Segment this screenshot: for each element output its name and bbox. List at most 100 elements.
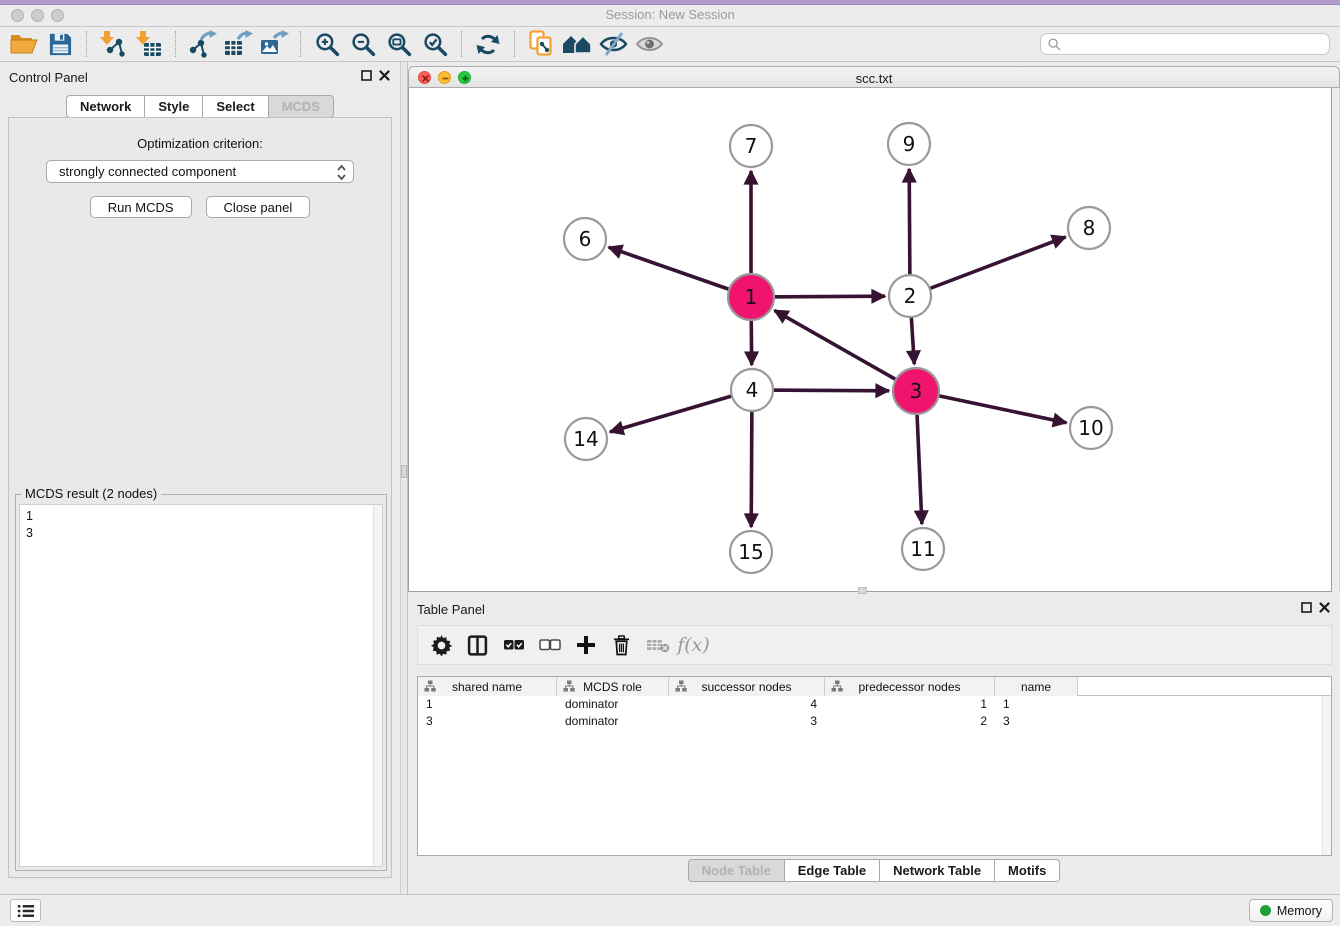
tab-node-table[interactable]: Node Table [688,859,785,882]
table-scrollbar[interactable] [1322,696,1331,855]
select-all-icon[interactable] [500,632,527,658]
node-label-1: 1 [745,285,758,309]
show-columns-icon[interactable] [464,632,491,658]
node-label-4: 4 [746,378,759,402]
titlebar-accent-strip [0,0,1340,5]
delete-column-icon[interactable] [644,632,671,658]
column-header-successor-nodes[interactable]: successor nodes [669,677,825,696]
zoom-fit-icon[interactable] [381,29,417,59]
sort-hierarchy-icon [675,680,687,692]
optimization-criterion-label: Optimization criterion: [9,136,391,151]
table-tabs: Node TableEdge TableNetwork TableMotifs [408,859,1340,882]
hide-selected-icon[interactable] [595,29,631,59]
criterion-select[interactable]: strongly connected component [46,160,354,183]
tab-network-table[interactable]: Network Table [879,859,995,882]
cell-predecessor-nodes[interactable]: 2 [825,713,995,730]
table-toolbar: f(x) [417,625,1332,665]
export-image-icon[interactable] [256,29,292,59]
edge-3-1[interactable] [775,310,917,391]
main-toolbar [0,27,1340,62]
edge-2-8[interactable] [910,237,1066,296]
zoom-in-icon[interactable] [309,29,345,59]
unselect-all-icon[interactable] [536,632,563,658]
cell-shared-name[interactable]: 3 [418,713,557,730]
cell-shared-name[interactable]: 1 [418,696,557,713]
table-settings-icon[interactable] [428,632,455,658]
search-field[interactable] [1040,33,1330,55]
save-session-icon[interactable] [42,29,78,59]
column-header-predecessor-nodes[interactable]: predecessor nodes [825,677,995,696]
import-network-icon[interactable] [95,29,131,59]
close-panel-icon[interactable] [379,70,390,81]
memory-status-icon [1260,905,1271,916]
import-table-icon[interactable] [131,29,167,59]
cell-name[interactable]: 1 [995,696,1078,713]
column-label: predecessor nodes [858,680,960,694]
mcds-result-group: MCDS result (2 nodes) 13 [15,494,387,871]
control-panel: Control Panel NetworkStyleSelectMCDS Opt… [0,62,400,894]
export-network-icon[interactable] [184,29,220,59]
splitter-grip[interactable] [401,465,407,478]
column-header-shared-name[interactable]: shared name [418,677,557,696]
show-all-icon[interactable] [631,29,667,59]
network-graph: 7968124314101511 [409,88,1331,591]
cell-mcds-role[interactable]: dominator [557,696,669,713]
network-view-window: scc.txt 7968124314101511 [408,66,1340,592]
edge-4-14[interactable] [610,390,752,432]
close-panel-button[interactable]: Close panel [206,196,311,218]
column-header-name[interactable]: name [995,677,1078,696]
criterion-value: strongly connected component [59,164,236,179]
copy-network-icon[interactable] [523,29,559,59]
tab-mcds[interactable]: MCDS [268,95,334,118]
mcds-result-title: MCDS result (2 nodes) [21,486,161,501]
float-table-panel-icon[interactable] [1301,602,1312,613]
cell-name[interactable]: 3 [995,713,1078,730]
search-input[interactable] [1066,37,1322,51]
application-window: Session: New Session [0,0,1340,926]
sort-hierarchy-icon [831,680,843,692]
node-label-3: 3 [910,379,923,403]
tab-select[interactable]: Select [202,95,268,118]
refresh-icon[interactable] [470,29,506,59]
node-label-15: 15 [738,540,763,564]
cell-successor-nodes[interactable]: 3 [669,713,825,730]
open-session-icon[interactable] [6,29,42,59]
control-panel-title: Control Panel [9,70,88,85]
cell-successor-nodes[interactable]: 4 [669,696,825,713]
export-table-icon[interactable] [220,29,256,59]
toolbar-separator [514,31,515,57]
memory-button[interactable]: Memory [1249,899,1333,922]
column-label: successor nodes [701,680,791,694]
cell-predecessor-nodes[interactable]: 1 [825,696,995,713]
task-history-button[interactable] [10,899,41,922]
vertical-splitter[interactable] [400,62,408,894]
network-canvas[interactable]: 7968124314101511 [408,88,1332,592]
tab-style[interactable]: Style [144,95,203,118]
result-scrollbar[interactable] [373,505,382,866]
float-panel-icon[interactable] [361,70,372,81]
run-mcds-button[interactable]: Run MCDS [90,196,192,218]
node-table[interactable]: shared nameMCDS role successor nodes prede… [417,676,1332,856]
tab-motifs[interactable]: Motifs [994,859,1060,882]
function-builder-icon[interactable]: f(x) [680,632,707,658]
tab-edge-table[interactable]: Edge Table [784,859,880,882]
horizontal-splitter-grip[interactable] [858,587,867,594]
delete-row-icon[interactable] [608,632,635,658]
table-row[interactable]: 3dominator323 [418,713,1331,730]
zoom-out-icon[interactable] [345,29,381,59]
network-vertical-scrollbar[interactable] [1332,88,1340,592]
table-row[interactable]: 1dominator411 [418,696,1331,713]
first-neighbors-icon[interactable] [559,29,595,59]
column-header-mcds-role[interactable]: MCDS role [557,677,669,696]
mcds-result-list[interactable]: 13 [19,504,383,867]
cell-mcds-role[interactable]: dominator [557,713,669,730]
zoom-selected-icon[interactable] [417,29,453,59]
result-node-id: 3 [26,525,376,542]
close-table-panel-icon[interactable] [1319,602,1330,613]
tab-network[interactable]: Network [66,95,145,118]
network-window-titlebar[interactable]: scc.txt [408,66,1340,88]
node-label-9: 9 [903,132,916,156]
add-row-icon[interactable] [572,632,599,658]
mcds-panel: Optimization criterion: strongly connect… [8,117,392,878]
window-titlebar: Session: New Session [0,0,1340,27]
